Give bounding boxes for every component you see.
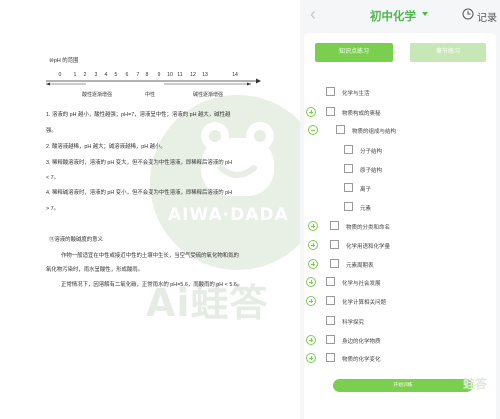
tree-item: 物质构成的奥秘 [304,107,494,121]
tree-item-label[interactable]: 物质的组成与结构 [352,127,396,135]
practice-panel: ‹ 初中化学 记录 知识点练习 章节练习 化学与生活物质构成的奥秘物质的组成与结… [300,0,500,419]
watermark-brand: AIWA·DADA [168,205,289,225]
bottom-watermark: 蛙答 [463,377,488,391]
paragraph-2: 2. 酸溶液越稀，pH 越大；碱溶液越稀，pH 越小。 [46,144,166,150]
subject-selector[interactable]: 初中化学 [370,8,416,24]
tree-item: 原子结构 [304,164,494,178]
paragraph-5-cont: 氧化物污染时，雨水呈酸性，形成酸雨。 [46,267,144,273]
tree-item-label[interactable]: 化学用语和化学量 [346,242,390,250]
tree-checkbox[interactable] [344,164,353,173]
tree-item-label[interactable]: 科学探究 [342,318,364,326]
watermark-ai-text: Ai蛙答 [146,281,269,325]
tree-item: 化学与社会发展 [304,277,494,291]
tree-item: 化学计算相关问题 [304,296,494,310]
paragraph-1: 1. 溶液的 pH 越小，酸性越强；pH=7，溶液呈中性；溶液的 pH 越大，碱… [46,112,231,118]
tree-checkbox[interactable] [344,202,353,211]
collapse-minus-icon[interactable] [308,125,318,135]
tree-item: 分子结构 [304,145,494,159]
paragraph-4: 4. 稀释碱溶液时，溶液的 pH 变小，但不会变为中性溶液，即稀释后溶液的 pH [46,190,232,196]
tree-checkbox[interactable] [326,107,335,116]
ph-label-acidic: 酸性逐渐增强 [82,92,113,98]
tree-item: 离子 [304,183,494,197]
expand-plus-icon[interactable] [306,277,316,287]
tree-checkbox[interactable] [326,277,335,286]
tree-item: 科学探究 [304,316,494,330]
tree-item-label[interactable]: 身边的化学物质 [342,337,381,345]
document-page: AIWA·DADA Ai蛙答 ⑩pH 的范围 0 1 2 3 4 5 6 7 8 9 10 11 12 1… [0,0,300,419]
tab-knowledge-practice[interactable]: 知识点练习 [315,43,393,62]
tree-checkbox[interactable] [326,335,335,344]
expand-plus-icon[interactable] [306,353,316,363]
tree-checkbox[interactable] [336,125,345,134]
paragraph-6: 正常情况下，因溶解有二氧化碳，正常雨水的 pH=5.6，而酸雨的 pH < 5.… [61,282,243,288]
tree-item-label[interactable]: 分子结构 [360,147,382,155]
tree-item-label[interactable]: 物质构成的奥秘 [342,109,381,117]
section-heading: ⑪溶液的酸碱度的意义 [49,237,103,243]
tree-checkbox[interactable] [326,296,335,305]
tree-checkbox[interactable] [344,145,353,154]
tree-item-label[interactable]: 元素周期表 [346,261,374,269]
ph-label-basic: 碱性逐渐增强 [193,92,224,98]
tree-item-label[interactable]: 物质的化学变化 [342,355,381,363]
tree-item-label[interactable]: 物质的分类和命名 [346,223,390,231]
clock-icon[interactable] [462,8,474,20]
tree-item-label[interactable]: 化学与生活 [342,89,370,97]
tree-item: 化学用语和化学量 [304,240,494,254]
tree-item: 物质的组成与结构 [304,125,494,139]
tree-item-label[interactable]: 化学与社会发展 [342,279,381,287]
paragraph-1-cont: 强。 [46,128,57,134]
tree-checkbox[interactable] [330,240,339,249]
tree-checkbox[interactable] [330,259,339,268]
paragraph-5: 作物一般适宜在中性或接近中性的土壤中生长，当空气受硫的氧化物和氮的 [61,253,239,259]
tree-checkbox[interactable] [326,353,335,362]
paragraph-4-cont: > 7。 [46,206,60,212]
paragraph-3-cont: < 7。 [46,175,60,181]
expand-plus-icon[interactable] [308,221,318,231]
panel-header: ‹ 初中化学 记录 [300,0,500,32]
tree-item: 物质的化学变化 [304,353,494,367]
paragraph-3: 3. 稀释酸溶液时，溶液的 pH 变大，但不会变为中性溶液，即稀释后溶液的 pH [46,160,232,166]
tab-chapter-practice[interactable]: 章节练习 [410,43,486,62]
tree-item: 元素周期表 [304,259,494,273]
tree-checkbox[interactable] [344,183,353,192]
practice-card: 知识点练习 章节练习 化学与生活物质构成的奥秘物质的组成与结构 分子结构原子结构离… [304,33,496,419]
tree-checkbox[interactable] [326,87,335,96]
record-link[interactable]: 记录 [477,9,497,24]
ph-label-neutral: 中性 [145,92,156,98]
tree-item-label[interactable]: 元素 [360,204,371,212]
expand-plus-icon[interactable] [308,240,318,250]
expand-plus-icon[interactable] [308,259,318,269]
tree-item: 物质的分类和命名 [304,221,494,235]
expand-plus-icon[interactable] [306,107,316,117]
caret-down-icon[interactable] [422,12,428,16]
expand-plus-icon[interactable] [306,296,316,306]
tree-item: 化学与生活 [304,87,494,101]
tree-item-label[interactable]: 化学计算相关问题 [342,298,386,306]
expand-plus-icon[interactable] [306,335,316,345]
ph-scale-heading: ⑩pH 的范围 [49,58,79,64]
tree-item: 身边的化学物质 [304,335,494,349]
chevron-left-icon[interactable]: ‹ [310,4,316,25]
tree-item-label[interactable]: 离子 [360,185,371,193]
tree-checkbox[interactable] [330,221,339,230]
tree-checkbox[interactable] [326,316,335,325]
start-training-button[interactable]: 开始训练 [333,379,473,392]
tree-item-label[interactable]: 原子结构 [360,166,382,174]
tree-item: 元素 [304,202,494,216]
ph-scale-arrow [46,78,261,86]
